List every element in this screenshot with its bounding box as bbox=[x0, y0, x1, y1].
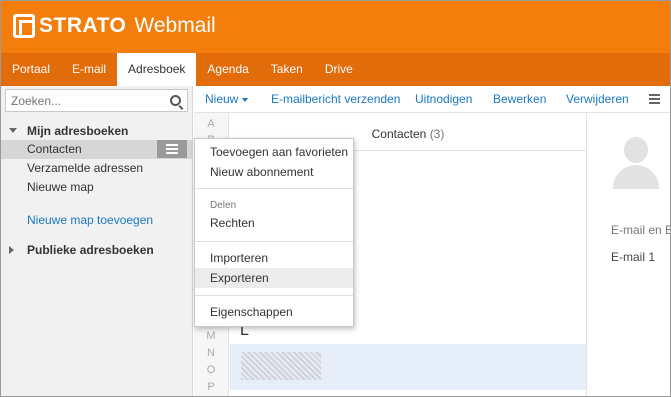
sidebar-item-label: Nieuwe map bbox=[27, 180, 94, 194]
list-title: Contacten bbox=[371, 127, 427, 141]
menu-item-import[interactable]: Importeren bbox=[195, 248, 353, 268]
my-addressbooks-header[interactable]: Mijn adresboeken bbox=[1, 122, 192, 140]
sidebar-item-label: Contacten bbox=[27, 142, 82, 156]
avatar-placeholder-icon bbox=[613, 137, 659, 189]
tab-portaal[interactable]: Portaal bbox=[1, 53, 61, 86]
detail-field-label: E-mail 1 bbox=[611, 250, 656, 264]
my-addressbooks-label: Mijn adresboeken bbox=[27, 124, 129, 138]
more-menu-icon[interactable] bbox=[649, 94, 660, 104]
menu-divider bbox=[195, 241, 353, 242]
redacted-contact bbox=[241, 352, 321, 380]
tab-agenda[interactable]: Agenda bbox=[196, 53, 259, 86]
toolbar: Nieuw E-mailbericht verzenden Uitnodigen… bbox=[194, 86, 670, 113]
search-icon[interactable] bbox=[170, 95, 181, 106]
brand-name: STRATO bbox=[39, 14, 127, 37]
search-input[interactable] bbox=[6, 90, 156, 111]
main-nav: Portaal E-mail Adresboek Agenda Taken Dr… bbox=[1, 53, 670, 86]
list-item[interactable] bbox=[230, 344, 586, 390]
delete-button[interactable]: Verwijderen bbox=[566, 92, 629, 106]
contact-detail: E-mail en B E-mail 1 bbox=[587, 113, 671, 396]
folder-context-menu: Toevoegen aan favorieten Nieuw abonnemen… bbox=[194, 138, 354, 327]
sidebar-item-nieuwe-map[interactable]: Nieuwe map bbox=[1, 178, 192, 197]
invite-button[interactable]: Uitnodigen bbox=[415, 92, 472, 106]
sidebar: Mijn adresboeken Contacten Verzamelde ad… bbox=[1, 86, 193, 396]
public-addressbooks-label: Publieke adresboeken bbox=[27, 243, 154, 257]
tab-adresboek[interactable]: Adresboek bbox=[117, 53, 197, 86]
tab-taken[interactable]: Taken bbox=[260, 53, 314, 86]
new-button-label: Nieuw bbox=[205, 92, 239, 106]
alpha-letter[interactable]: N bbox=[194, 347, 228, 359]
sidebar-item-contacten[interactable]: Contacten bbox=[1, 140, 192, 159]
header: STRATO Webmail bbox=[1, 1, 670, 53]
send-email-button[interactable]: E-mailbericht verzenden bbox=[271, 92, 400, 106]
menu-item-new-subscription[interactable]: Nieuw abonnement bbox=[195, 162, 353, 182]
menu-divider bbox=[195, 295, 353, 296]
product-name: Webmail bbox=[134, 14, 216, 37]
search-box bbox=[5, 89, 188, 112]
chevron-down-icon[interactable] bbox=[9, 128, 17, 133]
menu-section-share: Delen bbox=[210, 200, 237, 211]
tab-email[interactable]: E-mail bbox=[61, 53, 117, 86]
menu-item-export[interactable]: Exporteren bbox=[195, 268, 353, 288]
app-window: STRATO Webmail Portaal E-mail Adresboek … bbox=[0, 0, 671, 397]
detail-section-label: E-mail en B bbox=[611, 223, 671, 237]
new-button[interactable]: Nieuw bbox=[205, 92, 249, 106]
public-addressbooks-header[interactable]: Publieke adresboeken bbox=[1, 241, 192, 259]
edit-button[interactable]: Bewerken bbox=[493, 92, 546, 106]
menu-item-add-favorites[interactable]: Toevoegen aan favorieten bbox=[195, 142, 353, 162]
menu-item-properties[interactable]: Eigenschappen bbox=[195, 302, 353, 322]
contact-count: (3) bbox=[429, 127, 445, 141]
tab-drive[interactable]: Drive bbox=[314, 53, 364, 86]
sidebar-item-label: Verzamelde adressen bbox=[27, 161, 144, 175]
chevron-right-icon[interactable] bbox=[9, 246, 14, 254]
menu-item-permissions[interactable]: Rechten bbox=[195, 213, 353, 233]
alpha-letter[interactable]: M bbox=[194, 330, 228, 342]
menu-divider bbox=[195, 188, 353, 189]
folder-menu-button[interactable] bbox=[157, 140, 187, 158]
sidebar-item-verzamelde-adressen[interactable]: Verzamelde adressen bbox=[1, 159, 192, 178]
add-folder-link[interactable]: Nieuwe map toevoegen bbox=[27, 213, 153, 227]
alpha-letter[interactable]: O bbox=[194, 364, 228, 376]
strato-logo-icon bbox=[13, 14, 35, 38]
alpha-letter[interactable]: A bbox=[194, 118, 228, 130]
caret-down-icon bbox=[242, 97, 249, 102]
alpha-letter[interactable]: P bbox=[194, 381, 228, 393]
logo: STRATO Webmail bbox=[13, 12, 216, 40]
